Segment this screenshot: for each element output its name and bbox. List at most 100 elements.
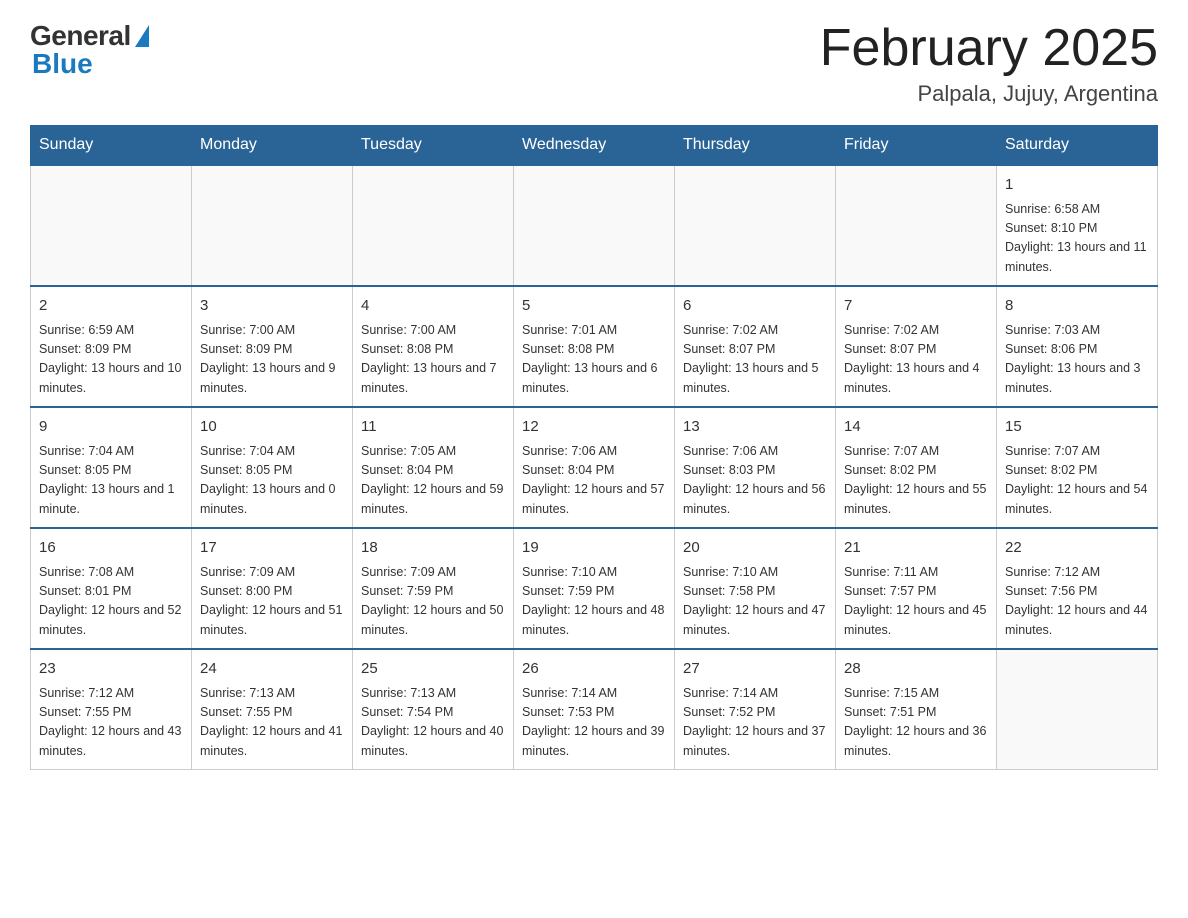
day-info: Sunrise: 7:15 AMSunset: 7:51 PMDaylight:… [844,684,988,762]
day-number: 12 [522,416,666,439]
calendar-cell: 23 Sunrise: 7:12 AMSunset: 7:55 PMDayligh… [31,649,192,770]
calendar-cell: 7 Sunrise: 7:02 AMSunset: 8:07 PMDaylight… [836,286,997,407]
weekday-header-thursday: Thursday [675,126,836,166]
day-info: Sunrise: 7:07 AMSunset: 8:02 PMDaylight:… [844,442,988,520]
calendar-cell: 21 Sunrise: 7:11 AMSunset: 7:57 PMDayligh… [836,528,997,649]
calendar-cell: 11Sunrise: 7:05 AMSunset: 8:04 PMDayligh… [353,407,514,528]
day-info: Sunrise: 7:04 AMSunset: 8:05 PMDaylight:… [200,442,344,520]
calendar-cell: 26 Sunrise: 7:14 AMSunset: 7:53 PMDayligh… [514,649,675,770]
title-area: February 2025 Palpala, Jujuy, Argentina [820,20,1158,107]
calendar-cell: 28 Sunrise: 7:15 AMSunset: 7:51 PMDayligh… [836,649,997,770]
week-row-1: 1 Sunrise: 6:58 AMSunset: 8:10 PMDaylight… [31,165,1158,286]
day-info: Sunrise: 7:03 AMSunset: 8:06 PMDaylight:… [1005,321,1149,399]
day-number: 21 [844,537,988,560]
day-number: 24 [200,658,344,681]
calendar-cell: 20 Sunrise: 7:10 AMSunset: 7:58 PMDayligh… [675,528,836,649]
calendar-table: SundayMondayTuesdayWednesdayThursdayFrid… [30,125,1158,770]
weekday-header-monday: Monday [192,126,353,166]
day-info: Sunrise: 7:06 AMSunset: 8:03 PMDaylight:… [683,442,827,520]
day-info: Sunrise: 6:58 AMSunset: 8:10 PMDaylight:… [1005,200,1149,278]
weekday-header-saturday: Saturday [997,126,1158,166]
day-info: Sunrise: 7:08 AMSunset: 8:01 PMDaylight:… [39,563,183,641]
day-info: Sunrise: 7:14 AMSunset: 7:53 PMDaylight:… [522,684,666,762]
calendar-cell [353,165,514,286]
calendar-cell [997,649,1158,770]
calendar-cell [31,165,192,286]
day-info: Sunrise: 7:04 AMSunset: 8:05 PMDaylight:… [39,442,183,520]
calendar-cell: 17 Sunrise: 7:09 AMSunset: 8:00 PMDayligh… [192,528,353,649]
day-info: Sunrise: 6:59 AMSunset: 8:09 PMDaylight:… [39,321,183,399]
day-info: Sunrise: 7:00 AMSunset: 8:09 PMDaylight:… [200,321,344,399]
day-info: Sunrise: 7:14 AMSunset: 7:52 PMDaylight:… [683,684,827,762]
day-number: 7 [844,295,988,318]
day-number: 18 [361,537,505,560]
calendar-cell: 8 Sunrise: 7:03 AMSunset: 8:06 PMDaylight… [997,286,1158,407]
calendar-cell: 4Sunrise: 7:00 AMSunset: 8:08 PMDaylight… [353,286,514,407]
day-info: Sunrise: 7:02 AMSunset: 8:07 PMDaylight:… [844,321,988,399]
week-row-2: 2 Sunrise: 6:59 AMSunset: 8:09 PMDaylight… [31,286,1158,407]
day-info: Sunrise: 7:07 AMSunset: 8:02 PMDaylight:… [1005,442,1149,520]
location-title: Palpala, Jujuy, Argentina [820,81,1158,107]
day-number: 15 [1005,416,1149,439]
calendar-cell: 24 Sunrise: 7:13 AMSunset: 7:55 PMDayligh… [192,649,353,770]
calendar-cell: 19Sunrise: 7:10 AMSunset: 7:59 PMDayligh… [514,528,675,649]
calendar-cell: 6 Sunrise: 7:02 AMSunset: 8:07 PMDaylight… [675,286,836,407]
day-number: 13 [683,416,827,439]
weekday-header-tuesday: Tuesday [353,126,514,166]
day-number: 11 [361,416,505,439]
day-info: Sunrise: 7:00 AMSunset: 8:08 PMDaylight:… [361,321,505,399]
day-number: 6 [683,295,827,318]
day-number: 23 [39,658,183,681]
day-number: 26 [522,658,666,681]
page-header: General Blue February 2025 Palpala, Juju… [30,20,1158,107]
logo-triangle-icon [135,25,149,47]
day-number: 10 [200,416,344,439]
day-number: 17 [200,537,344,560]
day-number: 9 [39,416,183,439]
week-row-3: 9 Sunrise: 7:04 AMSunset: 8:05 PMDaylight… [31,407,1158,528]
day-info: Sunrise: 7:12 AMSunset: 7:55 PMDaylight:… [39,684,183,762]
day-number: 27 [683,658,827,681]
calendar-cell: 1 Sunrise: 6:58 AMSunset: 8:10 PMDaylight… [997,165,1158,286]
weekday-header-sunday: Sunday [31,126,192,166]
logo-blue-text: Blue [30,48,93,80]
calendar-cell: 14 Sunrise: 7:07 AMSunset: 8:02 PMDayligh… [836,407,997,528]
calendar-cell: 9 Sunrise: 7:04 AMSunset: 8:05 PMDaylight… [31,407,192,528]
weekday-header-row: SundayMondayTuesdayWednesdayThursdayFrid… [31,126,1158,166]
day-number: 1 [1005,174,1149,197]
logo: General Blue [30,20,149,80]
calendar-cell: 15 Sunrise: 7:07 AMSunset: 8:02 PMDayligh… [997,407,1158,528]
day-number: 28 [844,658,988,681]
day-number: 20 [683,537,827,560]
day-number: 8 [1005,295,1149,318]
day-number: 3 [200,295,344,318]
calendar-cell [192,165,353,286]
calendar-cell: 18Sunrise: 7:09 AMSunset: 7:59 PMDayligh… [353,528,514,649]
day-info: Sunrise: 7:12 AMSunset: 7:56 PMDaylight:… [1005,563,1149,641]
day-number: 25 [361,658,505,681]
calendar-cell: 25 Sunrise: 7:13 AMSunset: 7:54 PMDayligh… [353,649,514,770]
day-number: 2 [39,295,183,318]
day-number: 22 [1005,537,1149,560]
calendar-cell: 16 Sunrise: 7:08 AMSunset: 8:01 PMDayligh… [31,528,192,649]
day-info: Sunrise: 7:13 AMSunset: 7:54 PMDaylight:… [361,684,505,762]
day-info: Sunrise: 7:10 AMSunset: 7:59 PMDaylight:… [522,563,666,641]
day-number: 16 [39,537,183,560]
weekday-header-friday: Friday [836,126,997,166]
day-number: 14 [844,416,988,439]
calendar-cell [836,165,997,286]
day-number: 5 [522,295,666,318]
day-info: Sunrise: 7:10 AMSunset: 7:58 PMDaylight:… [683,563,827,641]
day-info: Sunrise: 7:02 AMSunset: 8:07 PMDaylight:… [683,321,827,399]
day-info: Sunrise: 7:11 AMSunset: 7:57 PMDaylight:… [844,563,988,641]
calendar-cell: 10 Sunrise: 7:04 AMSunset: 8:05 PMDayligh… [192,407,353,528]
day-info: Sunrise: 7:09 AMSunset: 8:00 PMDaylight:… [200,563,344,641]
day-info: Sunrise: 7:06 AMSunset: 8:04 PMDaylight:… [522,442,666,520]
day-info: Sunrise: 7:01 AMSunset: 8:08 PMDaylight:… [522,321,666,399]
calendar-cell: 22 Sunrise: 7:12 AMSunset: 7:56 PMDayligh… [997,528,1158,649]
day-info: Sunrise: 7:13 AMSunset: 7:55 PMDaylight:… [200,684,344,762]
week-row-5: 23 Sunrise: 7:12 AMSunset: 7:55 PMDayligh… [31,649,1158,770]
calendar-cell: 3 Sunrise: 7:00 AMSunset: 8:09 PMDaylight… [192,286,353,407]
calendar-cell: 12 Sunrise: 7:06 AMSunset: 8:04 PMDayligh… [514,407,675,528]
calendar-cell [514,165,675,286]
